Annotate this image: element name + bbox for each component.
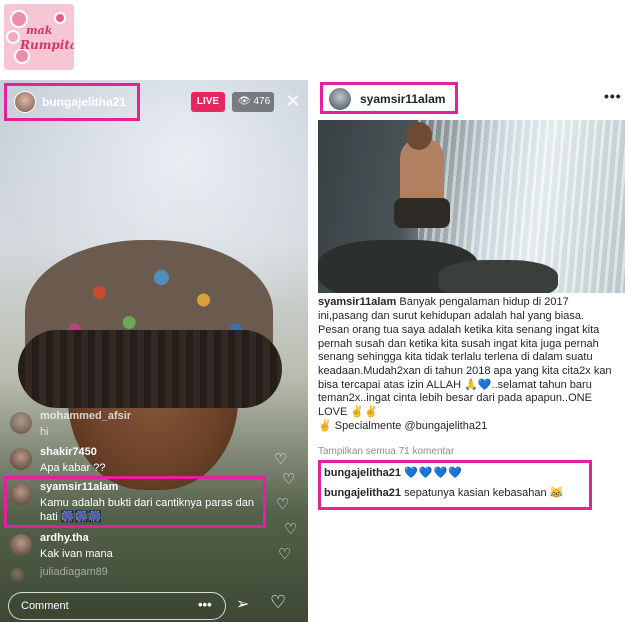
post-comment-text: sepatunya kasian kebasahan 😹 bbox=[404, 487, 564, 499]
live-comment: mohammed_afsir hi bbox=[10, 410, 290, 438]
floating-heart-icon: ♡ bbox=[276, 496, 290, 513]
heart-icon[interactable]: ♡ bbox=[270, 592, 286, 613]
post-user-avatar[interactable] bbox=[328, 87, 352, 111]
viewer-count-value: 476 bbox=[253, 96, 271, 107]
logo-text-top: mak bbox=[26, 24, 53, 37]
comment-avatar bbox=[10, 412, 32, 434]
comment-user[interactable]: shakir7450 bbox=[40, 446, 97, 458]
comment-avatar bbox=[10, 448, 32, 470]
view-all-comments-link[interactable]: Tampilkan semua 71 komentar bbox=[318, 446, 454, 457]
post-comment-user[interactable]: bungajelitha21 bbox=[324, 487, 401, 499]
comment-text: Apa kabar ?? bbox=[40, 462, 106, 474]
live-badge: LIVE bbox=[191, 92, 225, 112]
post-photo[interactable] bbox=[318, 120, 625, 293]
post-comment: bungajelitha21 💙💙💙💙 bbox=[324, 466, 463, 479]
comment-avatar bbox=[10, 483, 32, 505]
live-comment: juliadiagam89 bbox=[10, 566, 290, 582]
post-username[interactable]: syamsir11alam bbox=[360, 92, 445, 106]
viewer-count: 👁 476 bbox=[232, 92, 274, 112]
more-options-icon[interactable]: ••• bbox=[604, 88, 622, 104]
eye-icon: 👁 bbox=[238, 96, 251, 107]
comment-text: Kamu adalah bukti dari cantiknya paras d… bbox=[40, 497, 255, 523]
floating-heart-icon: ♡ bbox=[278, 546, 292, 563]
live-comment: syamsir11alam Kamu adalah bukti dari can… bbox=[10, 481, 290, 525]
logo-lips bbox=[54, 12, 66, 24]
live-comment: shakir7450 Apa kabar ?? bbox=[10, 446, 290, 476]
photo-rock bbox=[438, 260, 558, 293]
comment-user[interactable]: syamsir11alam bbox=[40, 481, 118, 493]
live-comment: ardhy.tha Kak ivan mana bbox=[10, 532, 290, 562]
comment-input[interactable]: Comment bbox=[8, 592, 226, 620]
comment-user[interactable]: mohammed_afsir bbox=[40, 410, 131, 422]
post-comment: bungajelitha21 sepatunya kasian kebasaha… bbox=[324, 486, 563, 499]
live-user-avatar[interactable] bbox=[14, 91, 36, 113]
send-icon[interactable]: ➢ bbox=[236, 594, 249, 614]
photo-person-shorts bbox=[394, 198, 450, 228]
comment-avatar bbox=[10, 534, 32, 556]
comment-text: Kak ivan mana bbox=[40, 548, 113, 560]
comment-text: hi bbox=[40, 426, 49, 438]
logo-bubble bbox=[6, 30, 20, 44]
caption-paragraph-3: ✌ Specialmente @bungajelitha21 bbox=[318, 420, 488, 433]
mak-rumpita-logo: mak Rumpita bbox=[4, 4, 74, 70]
post-caption: syamsir11alam Banyak pengalaman hidup di… bbox=[318, 296, 618, 435]
comment-avatar bbox=[10, 568, 24, 582]
logo-text-bottom: Rumpita bbox=[20, 38, 74, 52]
video-hat-band bbox=[18, 330, 282, 408]
caption-paragraph-1: syamsir11alam Banyak pengalaman hidup di… bbox=[318, 296, 618, 323]
live-username[interactable]: bungajelitha21 bbox=[42, 95, 126, 109]
post-comment-user[interactable]: bungajelitha21 bbox=[324, 467, 401, 479]
caption-user[interactable]: syamsir11alam bbox=[318, 296, 396, 308]
close-icon[interactable]: ✕ bbox=[284, 90, 302, 112]
floating-heart-icon: ♡ bbox=[284, 521, 298, 538]
floating-heart-icon: ♡ bbox=[274, 451, 288, 468]
comment-user[interactable]: ardhy.tha bbox=[40, 532, 89, 544]
comment-user[interactable]: juliadiagam89 bbox=[40, 566, 108, 578]
caption-paragraph-2: Pesan orang tua saya adalah ketika kita … bbox=[318, 324, 612, 418]
post-comment-text: 💙💙💙💙 bbox=[404, 467, 463, 479]
floating-heart-icon: ♡ bbox=[282, 471, 296, 488]
photo-person-head bbox=[406, 122, 432, 150]
comment-options-icon[interactable]: ••• bbox=[198, 592, 212, 618]
